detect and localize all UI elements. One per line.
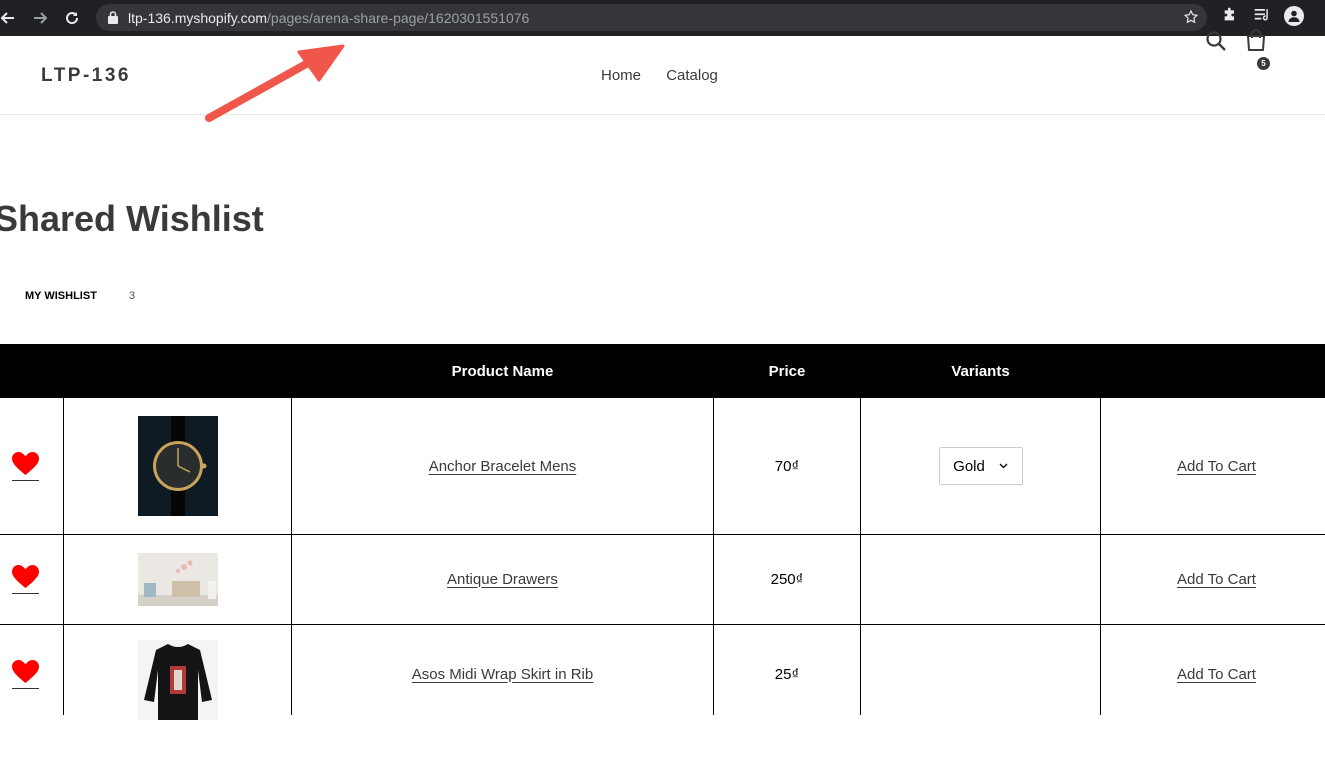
product-image-watch[interactable]	[137, 416, 218, 516]
url-text: ltp-136.myshopify.com/pages/arena-share-…	[128, 10, 529, 26]
watch-image	[137, 416, 218, 516]
drawers-image	[137, 552, 218, 606]
table-row: Anchor Bracelet Mens 70₫ Gold Add To Car…	[0, 398, 1325, 535]
image-cell	[64, 534, 291, 624]
wishlist-count: 3	[129, 290, 136, 302]
product-price: 250₫	[770, 570, 804, 588]
profile-button[interactable]	[1284, 6, 1304, 26]
back-button[interactable]	[0, 6, 20, 30]
price-cell: 70₫	[714, 398, 860, 534]
annotation-arrow-icon	[205, 44, 345, 122]
remove-from-wishlist-button[interactable]	[11, 451, 39, 481]
lock-icon	[108, 11, 118, 24]
variants-cell	[861, 534, 1100, 624]
chevron-down-icon	[999, 463, 1008, 469]
arrow-right-icon	[34, 12, 48, 24]
heart-icon	[11, 659, 39, 683]
add-to-cart-link[interactable]: Add To Cart	[1177, 666, 1256, 683]
add-to-cart-link[interactable]: Add To Cart	[1177, 458, 1256, 475]
product-name-link[interactable]: Anchor Bracelet Mens	[429, 458, 577, 475]
url-path: /pages/arena-share-page/1620301551076	[267, 10, 530, 26]
site-nav: Home Catalog	[601, 67, 739, 84]
cart-icon[interactable]	[1245, 28, 1267, 52]
add-to-cart-link[interactable]: Add To Cart	[1177, 571, 1256, 588]
table-header: Product Name Price Variants	[0, 344, 1325, 398]
url-host: ltp-136.myshopify.com	[128, 10, 268, 26]
nav-catalog-link[interactable]: Catalog	[666, 67, 718, 84]
action-cell: Add To Cart	[1101, 624, 1325, 724]
variant-select[interactable]: Gold	[938, 447, 1023, 485]
image-cell	[64, 624, 291, 764]
heart-icon	[11, 451, 39, 475]
product-name-link[interactable]: Antique Drawers	[447, 571, 558, 588]
cart-count-badge: 5	[1257, 57, 1270, 70]
page-title: Shared Wishlist	[0, 198, 264, 239]
price-cell: 250₫	[714, 534, 860, 624]
table-row: Asos Midi Wrap Skirt in Rib 25₫ Add To C…	[0, 624, 1325, 764]
extensions-icon[interactable]	[1222, 7, 1238, 23]
store-logo[interactable]: LTP-136	[41, 65, 131, 87]
forward-button[interactable]	[28, 6, 52, 30]
reading-list-icon[interactable]	[1253, 7, 1271, 23]
product-name-cell: Anchor Bracelet Mens	[292, 398, 713, 534]
my-wishlist-tab[interactable]: MY WISHLIST	[25, 290, 97, 302]
sweater-image	[137, 640, 218, 720]
account-icon	[1288, 10, 1300, 22]
variants-cell: Gold	[861, 398, 1100, 534]
product-image-drawers[interactable]	[137, 552, 218, 606]
variants-cell	[861, 624, 1100, 764]
product-price: 25₫	[774, 665, 800, 683]
arrow-left-icon	[0, 12, 14, 24]
column-header-variants: Variants	[951, 363, 1010, 380]
remove-cell	[0, 398, 50, 534]
product-image-sweater[interactable]	[137, 640, 218, 720]
product-name-cell: Antique Drawers	[292, 534, 713, 624]
search-icon[interactable]	[1205, 30, 1227, 52]
nav-home-link[interactable]: Home	[601, 67, 641, 84]
price-cell: 25₫	[714, 624, 860, 724]
heart-icon	[11, 564, 39, 588]
star-icon[interactable]	[1183, 9, 1199, 25]
product-name-link[interactable]: Asos Midi Wrap Skirt in Rib	[412, 666, 593, 683]
action-cell: Add To Cart	[1101, 534, 1325, 624]
remove-from-wishlist-button[interactable]	[11, 564, 39, 594]
reload-button[interactable]	[60, 6, 84, 30]
remove-cell	[0, 534, 50, 624]
product-price: 70₫	[774, 457, 800, 475]
remove-cell	[0, 624, 50, 724]
address-bar[interactable]: ltp-136.myshopify.com/pages/arena-share-…	[96, 4, 1207, 31]
browser-toolbar: ltp-136.myshopify.com/pages/arena-share-…	[0, 0, 1325, 36]
variant-selected-value: Gold	[953, 457, 985, 475]
column-header-price: Price	[768, 363, 806, 380]
product-name-cell: Asos Midi Wrap Skirt in Rib	[292, 624, 713, 724]
reload-icon	[66, 12, 79, 25]
remove-from-wishlist-button[interactable]	[11, 659, 39, 689]
table-row: Antique Drawers 250₫ Add To Cart	[0, 534, 1325, 625]
image-cell	[64, 398, 291, 534]
action-cell: Add To Cart	[1101, 398, 1325, 534]
wishlist-table: Product Name Price Variants Anchor Brace…	[0, 344, 1325, 720]
column-header-product-name: Product Name	[451, 363, 554, 380]
